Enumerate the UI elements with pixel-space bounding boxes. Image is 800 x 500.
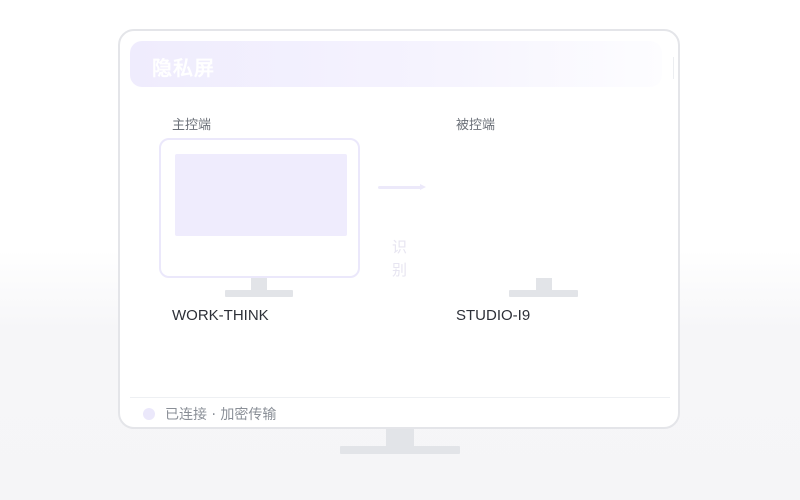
flow-arrow-icon (378, 186, 422, 189)
recognize-char-2: 别 (392, 261, 408, 279)
controlled-role-label: 被控端 (456, 118, 496, 133)
footer-divider (130, 397, 670, 398)
header-bar: 隐私屏 (130, 41, 662, 87)
host-monitor-stand-base (225, 290, 293, 297)
host-role-label: 主控端 (172, 118, 212, 133)
controlled-monitor-stand-base (509, 290, 578, 297)
app-title: 隐私屏 (152, 56, 215, 80)
connection-status-text: 已连接 · 加密传输 (165, 407, 277, 423)
header-divider (673, 57, 674, 79)
status-indicator-dot (143, 408, 155, 420)
controlled-device-name: STUDIO-I9 (456, 307, 531, 324)
host-monitor-screen (175, 154, 347, 236)
outer-monitor-stand-base (340, 446, 460, 454)
privacy-screen-panel: 隐私屏 主控端 被控端 识 别 WORK-THINK STUDIO-I9 已连接… (118, 29, 680, 429)
host-device-name: WORK-THINK (172, 307, 269, 324)
recognize-char-1: 识 (392, 238, 408, 256)
flow-arrow-head-icon (420, 184, 426, 190)
host-monitor-icon (159, 138, 360, 278)
